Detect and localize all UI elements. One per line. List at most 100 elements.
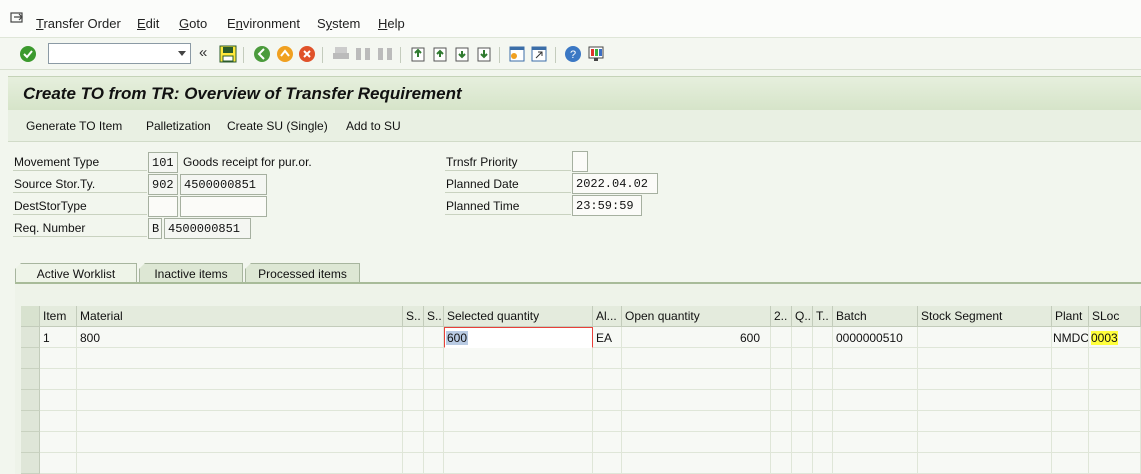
back-icon[interactable] (253, 45, 271, 63)
row-selector[interactable] (21, 327, 40, 348)
last-page-icon[interactable] (475, 45, 493, 63)
empty-cell (424, 432, 444, 453)
col-stock-segment[interactable]: Stock Segment (918, 306, 1052, 327)
empty-cell (424, 348, 444, 369)
empty-cell (593, 432, 622, 453)
planned-time-label: Planned Time (446, 199, 520, 213)
save-icon[interactable] (219, 45, 237, 63)
empty-cell (444, 348, 593, 369)
empty-cell (424, 369, 444, 390)
col-alt-unit[interactable]: Al... (593, 306, 622, 327)
palletization-button[interactable]: Palletization (146, 119, 211, 133)
row-selector[interactable] (21, 411, 40, 432)
empty-cell (918, 453, 1052, 474)
new-session-icon[interactable] (508, 45, 526, 63)
row-selector[interactable] (21, 453, 40, 474)
empty-cell (792, 348, 813, 369)
empty-cell (77, 411, 403, 432)
empty-cell (444, 369, 593, 390)
empty-cell (424, 411, 444, 432)
row-selector[interactable] (21, 390, 40, 411)
empty-cell (1089, 411, 1141, 432)
find-next-icon[interactable] (376, 45, 394, 63)
empty-cell (833, 411, 918, 432)
row-selector[interactable] (21, 369, 40, 390)
table-row (21, 348, 1141, 369)
shortcut-icon[interactable] (530, 45, 548, 63)
cancel-icon[interactable] (298, 45, 316, 63)
print-icon[interactable] (332, 45, 350, 63)
planned-date-field[interactable]: 2022.04.02 (572, 173, 658, 194)
exit-icon[interactable] (276, 45, 294, 63)
col-material[interactable]: Material (77, 306, 403, 327)
col-s1[interactable]: S.. (403, 306, 424, 327)
dest-storage-type-field[interactable] (148, 196, 178, 217)
col-s2[interactable]: S.. (424, 306, 444, 327)
find-icon[interactable] (354, 45, 372, 63)
menu-transfer-order[interactable]: Transfer Order (36, 16, 121, 31)
collapse-icon[interactable]: « (199, 44, 207, 61)
empty-cell (40, 432, 77, 453)
row-selector[interactable] (21, 348, 40, 369)
select-all-button[interactable] (21, 306, 40, 327)
col-selected-quantity[interactable]: Selected quantity (444, 306, 593, 327)
source-storage-type-field[interactable]: 902 (148, 174, 178, 195)
menu-icon[interactable] (10, 12, 24, 24)
row-selector[interactable] (21, 432, 40, 453)
planned-date-label: Planned Date (446, 177, 519, 191)
cell-sloc[interactable]: 0003 (1089, 327, 1141, 348)
movement-type-field[interactable]: 101 (148, 152, 178, 173)
col-2[interactable]: 2.. (771, 306, 792, 327)
empty-cell (622, 411, 771, 432)
request-number-field[interactable]: 4500000851 (164, 218, 251, 239)
empty-cell (40, 390, 77, 411)
empty-cell (622, 369, 771, 390)
tab-active-worklist[interactable]: Active Worklist (15, 263, 137, 283)
first-page-icon[interactable] (409, 45, 427, 63)
menu-goto[interactable]: Goto (179, 16, 207, 31)
customize-layout-icon[interactable] (587, 45, 605, 63)
empty-cell (918, 348, 1052, 369)
tab-inactive-items[interactable]: Inactive items (139, 263, 243, 283)
col-q[interactable]: Q... (792, 306, 813, 327)
menu-help[interactable]: Help (378, 16, 405, 31)
chevron-down-icon[interactable] (178, 51, 186, 56)
source-storage-bin-field[interactable]: 4500000851 (180, 174, 267, 195)
col-t[interactable]: T.. (813, 306, 833, 327)
empty-cell (40, 411, 77, 432)
table-row (21, 369, 1141, 390)
empty-cell (1052, 348, 1089, 369)
tab-processed-items[interactable]: Processed items (245, 263, 360, 283)
table-row (21, 453, 1141, 474)
empty-cell (792, 369, 813, 390)
table-row (21, 411, 1141, 432)
selected-quantity-input[interactable]: 600 (444, 327, 593, 348)
transfer-priority-field[interactable] (572, 151, 588, 172)
col-plant[interactable]: Plant (1052, 306, 1089, 327)
menu-environment[interactable]: Environment (227, 16, 300, 31)
worklist-table: Item Material S.. S.. Selected quantity … (21, 306, 1141, 474)
cell-batch: 0000000510 (833, 327, 918, 348)
planned-time-field[interactable]: 23:59:59 (572, 195, 642, 216)
help-icon[interactable]: ? (564, 45, 582, 63)
empty-cell (77, 453, 403, 474)
request-type-field[interactable]: B (148, 218, 162, 239)
next-page-icon[interactable] (453, 45, 471, 63)
col-sloc[interactable]: SLoc (1089, 306, 1141, 327)
col-item[interactable]: Item (40, 306, 77, 327)
create-su-single-button[interactable]: Create SU (Single) (227, 119, 328, 133)
col-open-quantity[interactable]: Open quantity (622, 306, 771, 327)
generate-to-item-button[interactable]: Generate TO Item (26, 119, 122, 133)
command-field[interactable] (48, 43, 191, 64)
empty-cell (444, 390, 593, 411)
add-to-su-button[interactable]: Add to SU (346, 119, 401, 133)
menu-edit[interactable]: Edit (137, 16, 159, 31)
cell-unit: EA (593, 327, 622, 348)
empty-cell (918, 432, 1052, 453)
enter-check-icon[interactable] (19, 45, 37, 63)
col-batch[interactable]: Batch (833, 306, 918, 327)
menu-system[interactable]: System (317, 16, 360, 31)
empty-cell (424, 453, 444, 474)
dest-storage-bin-field[interactable] (180, 196, 267, 217)
previous-page-icon[interactable] (431, 45, 449, 63)
